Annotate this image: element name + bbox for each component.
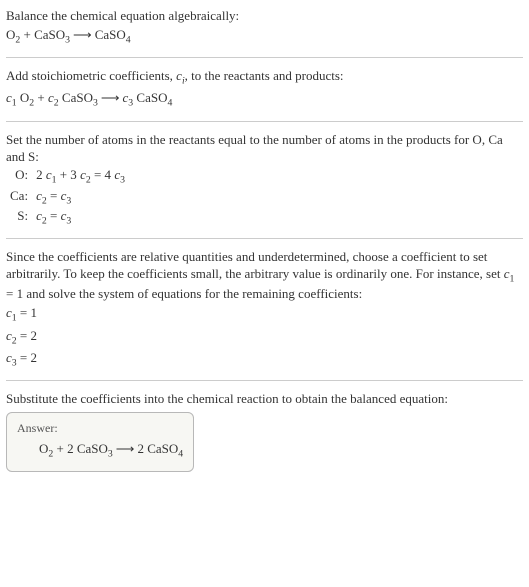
divider: [6, 57, 523, 58]
o-c3-sub: 3: [120, 175, 125, 186]
c2-sub: 2: [54, 98, 59, 109]
solve-title: Since the coefficients are relative quan…: [6, 249, 523, 303]
divider: [6, 380, 523, 381]
caso4: CaSO: [136, 90, 167, 105]
ans-caso3: CaSO: [77, 441, 108, 456]
o2: O: [20, 90, 29, 105]
section-substitute: Substitute the coefficients into the che…: [6, 391, 523, 472]
o-eq-b: + 3: [56, 167, 80, 182]
element-ca-label: Ca:: [6, 188, 32, 208]
coeff-c3-line: c3 = 2: [6, 350, 523, 370]
ans-caso4-sub: 4: [178, 448, 183, 459]
c2-val: = 2: [17, 328, 37, 343]
section-atoms: Set the number of atoms in the reactants…: [6, 132, 523, 229]
solve-title-b: = 1 and solve the system of equations fo…: [6, 286, 362, 301]
ans-caso4: CaSO: [147, 441, 178, 456]
arrow-icon: ⟶: [98, 90, 123, 105]
table-row: Ca: c2 = c3: [6, 188, 129, 208]
reactant-o2: O: [6, 27, 15, 42]
element-s-equation: c2 = c3: [32, 208, 129, 228]
atoms-title: Set the number of atoms in the reactants…: [6, 132, 523, 166]
plus-sign: +: [20, 27, 34, 42]
c1-sub: 1: [12, 98, 17, 109]
caso4-sub: 4: [167, 98, 172, 109]
ans-plus: + 2: [53, 441, 77, 456]
c1-val: = 1: [17, 305, 37, 320]
stoich-title-a: Add stoichiometric coefficients,: [6, 68, 176, 83]
element-o-label: O:: [6, 167, 32, 187]
stoich-title-b: , to the reactants and products:: [185, 68, 344, 83]
o-eq-c: = 4: [91, 167, 115, 182]
plus: +: [34, 90, 48, 105]
ans-o2: O: [39, 441, 48, 456]
atom-balance-table: O: 2 c1 + 3 c2 = 4 c3 Ca: c2 = c3 S: c2 …: [6, 167, 129, 228]
answer-box: Answer: O2 + 2 CaSO3⟶2 CaSO4: [6, 412, 194, 472]
arrow-icon: ⟶: [113, 441, 138, 456]
s-eq: =: [47, 208, 61, 223]
coeff-c2-line: c2 = 2: [6, 328, 523, 348]
table-row: O: 2 c1 + 3 c2 = 4 c3: [6, 167, 129, 187]
coefficient-equation: c1 O2 + c2 CaSO3⟶c3 CaSO4: [6, 90, 523, 110]
divider: [6, 121, 523, 122]
balance-title: Balance the chemical equation algebraica…: [6, 8, 523, 25]
unbalanced-equation: O2 + CaSO3⟶CaSO4: [6, 27, 523, 47]
balanced-equation: O2 + 2 CaSO3⟶2 CaSO4: [17, 441, 183, 461]
product-caso4-sub: 4: [126, 34, 131, 45]
element-o-equation: 2 c1 + 3 c2 = 4 c3: [32, 167, 129, 187]
s-c3-sub: 3: [66, 216, 71, 227]
reactant-caso3: CaSO: [34, 27, 65, 42]
o-eq-a: 2: [36, 167, 46, 182]
stoich-title: Add stoichiometric coefficients, ci, to …: [6, 68, 523, 88]
arrow-icon: ⟶: [70, 27, 95, 42]
coeff-c1-line: c1 = 1: [6, 305, 523, 325]
answer-label: Answer:: [17, 421, 183, 437]
ca-eq: =: [47, 188, 61, 203]
table-row: S: c2 = c3: [6, 208, 129, 228]
section-stoichiometric: Add stoichiometric coefficients, ci, to …: [6, 68, 523, 111]
substitute-title: Substitute the coefficients into the che…: [6, 391, 523, 408]
ans-rhs-pre: 2: [137, 441, 147, 456]
ca-c3-sub: 3: [66, 195, 71, 206]
solve-c1-sub: 1: [510, 274, 515, 285]
section-solve: Since the coefficients are relative quan…: [6, 249, 523, 370]
element-s-label: S:: [6, 208, 32, 228]
c3-val: = 2: [17, 350, 37, 365]
product-caso4: CaSO: [95, 27, 126, 42]
element-ca-equation: c2 = c3: [32, 188, 129, 208]
divider: [6, 238, 523, 239]
solve-title-a: Since the coefficients are relative quan…: [6, 249, 504, 281]
section-balance: Balance the chemical equation algebraica…: [6, 8, 523, 47]
caso3: CaSO: [62, 90, 93, 105]
